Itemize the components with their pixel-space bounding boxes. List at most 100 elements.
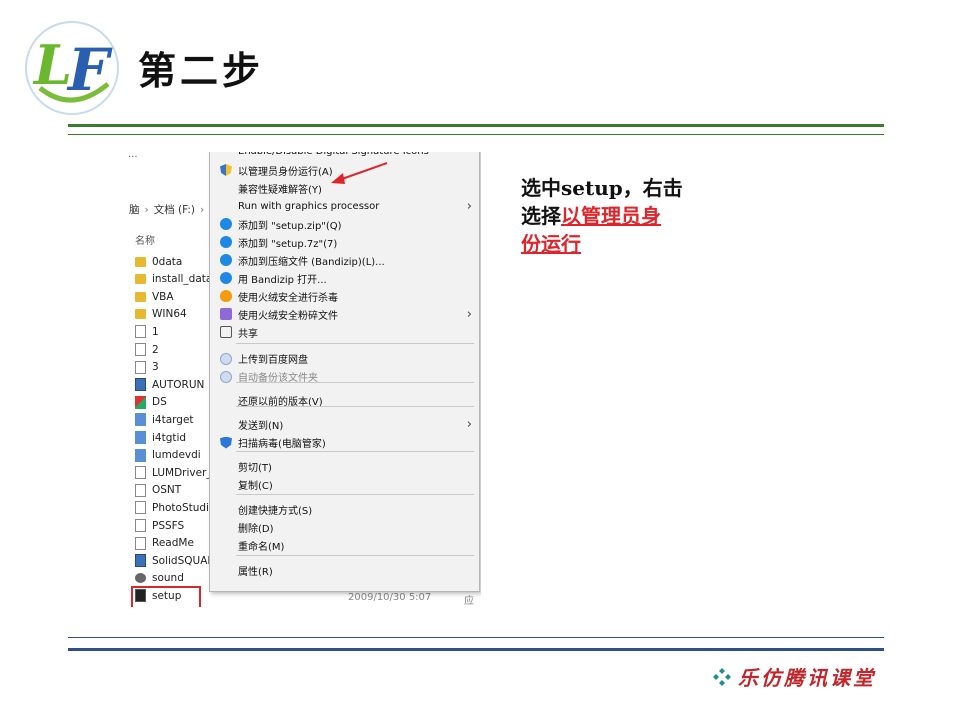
context-menu-label: 使用火绒安全进行杀毒 [238, 292, 338, 304]
context-menu: Enable/Disable Digital Signature Icons 以管… [209, 152, 480, 592]
context-menu-item[interactable]: 使用火绒安全粉碎文件 › [210, 306, 480, 323]
svg-text:F: F [66, 36, 113, 104]
breadcrumb[interactable]: 脑 › 文档 (F:) › [129, 202, 209, 217]
context-menu-item[interactable]: 属性(R) [210, 562, 480, 579]
context-menu-label: 重命名(M) [238, 542, 285, 553]
file-name: 1 [152, 325, 159, 338]
autorun-icon [135, 378, 146, 392]
pc-manager-icon [220, 436, 232, 449]
file-name: 2 [152, 343, 159, 356]
document-icon [135, 483, 146, 497]
instruction-line-1: 选中setup，右击 [521, 176, 683, 200]
context-menu-label: 上传到百度网盘 [238, 355, 308, 366]
context-menu-item[interactable]: 添加到压缩文件 (Bandizip)(L)... [210, 252, 480, 269]
context-menu-item[interactable]: 发送到(N) › [210, 416, 480, 433]
context-menu-item[interactable]: 创建快捷方式(S) [210, 501, 480, 518]
lf-logo: L F [25, 21, 119, 115]
context-menu-label: 删除(D) [238, 524, 274, 535]
file-name: lumdevdi [152, 449, 201, 462]
context-menu-item[interactable]: 添加到 "setup.7z"(7) [210, 234, 480, 251]
context-menu-item[interactable]: 上传到百度网盘 [210, 350, 480, 367]
folder-icon [135, 274, 146, 285]
context-menu-item[interactable]: 用 Bandizip 打开... [210, 270, 480, 287]
file-name: AUTORUN [152, 378, 205, 391]
context-menu-item[interactable]: 共享 [210, 324, 480, 341]
file-name: PhotoStudio [152, 501, 216, 514]
context-menu-label: 兼容性疑难解答(Y) [238, 184, 322, 196]
context-menu-item[interactable]: 添加到 "setup.zip"(Q) [210, 216, 480, 233]
column-header-name[interactable]: 名称 [135, 232, 155, 247]
context-menu-item[interactable]: 剪切(T) [210, 458, 480, 475]
context-menu-item[interactable]: 扫描病毒(电脑管家) [210, 434, 480, 451]
file-name: sound [152, 572, 184, 585]
bandizip-icon [220, 254, 232, 266]
folder-icon [135, 256, 146, 267]
context-menu-item[interactable]: 复制(C) [210, 476, 480, 493]
slide-title: 第二步 [138, 49, 265, 93]
document-icon [135, 325, 146, 339]
file-name: PSSFS [152, 519, 185, 532]
chevron-right-icon: › [466, 198, 472, 214]
context-menu-label: 添加到压缩文件 (Bandizip)(L)... [238, 256, 385, 268]
file-name: OSNT [152, 484, 182, 497]
context-menu-label: 共享 [238, 328, 258, 340]
context-menu-item[interactable]: 删除(D) [210, 519, 480, 536]
context-menu-label: 以管理员身份运行(A) [238, 166, 333, 178]
huorong-icon [220, 290, 232, 302]
chevron-right-icon: › [466, 306, 472, 322]
file-date: 2009/10/30 5:07 [348, 592, 432, 603]
app-icon [135, 554, 146, 568]
chevron-right-icon: › [466, 417, 472, 432]
footer-rule-thick [68, 648, 884, 651]
svg-text:L: L [32, 33, 72, 97]
footer-brand-text: 乐仿腾讯课堂 [738, 666, 876, 690]
context-menu-item[interactable]: Enable/Disable Digital Signature Icons [210, 152, 480, 160]
file-name: WIN64 [152, 308, 187, 321]
share-icon [220, 326, 232, 338]
file-name: i4target [152, 413, 194, 426]
breadcrumb-item[interactable]: 脑 [129, 204, 140, 216]
toolbar-cut-text: ... [128, 152, 138, 160]
context-menu-label: 创建快捷方式(S) [238, 506, 313, 517]
system-file-icon [135, 413, 146, 427]
menu-separator [236, 451, 474, 452]
header-rule-thin [68, 134, 884, 135]
menu-separator [236, 382, 474, 383]
bandizip-icon [220, 218, 232, 230]
file-name: SolidSQUAD [152, 554, 216, 567]
instruction-line-2: 选择以管理员身 [521, 202, 721, 230]
file-name: LUMDriver_( [152, 466, 216, 479]
bandizip-icon [220, 236, 232, 248]
folder-icon [135, 309, 146, 320]
context-menu-item[interactable]: Run with graphics processor › [210, 198, 480, 215]
context-menu-label: Run with graphics processor [238, 200, 380, 212]
context-menu-label: 发送到(N) [238, 421, 284, 432]
shredder-icon [220, 308, 232, 320]
file-name: ReadMe [152, 537, 194, 550]
footer-brand: 乐仿腾讯课堂 [712, 662, 876, 691]
footer-rule-thin [68, 637, 884, 638]
sound-icon [135, 573, 146, 584]
file-name: 0data [152, 255, 183, 268]
file-name: install_data [152, 273, 213, 286]
context-menu-item[interactable]: 使用火绒安全进行杀毒 [210, 288, 480, 305]
context-menu-label: 用 Bandizip 打开... [238, 274, 327, 286]
menu-separator [236, 555, 474, 556]
context-menu-label: 添加到 "setup.zip"(Q) [238, 220, 342, 232]
breadcrumb-item[interactable]: 文档 (F:) [154, 204, 195, 216]
menu-separator [236, 343, 474, 344]
chevron-right-icon: › [200, 204, 205, 216]
baidu-cloud-icon [220, 352, 232, 365]
chevron-right-icon: › [144, 204, 149, 216]
context-menu-label: 属性(R) [238, 567, 273, 578]
context-menu-label: 添加到 "setup.7z"(7) [238, 238, 338, 250]
system-file-icon [135, 431, 146, 444]
document-icon [135, 519, 146, 532]
bandizip-icon [220, 272, 232, 284]
header-rule-thick [68, 124, 884, 127]
folder-icon [135, 291, 146, 302]
file-name: VBA [152, 290, 174, 303]
document-icon [135, 501, 146, 515]
context-menu-item[interactable]: 重命名(M) [210, 537, 480, 554]
context-menu-label: 剪切(T) [238, 463, 272, 474]
